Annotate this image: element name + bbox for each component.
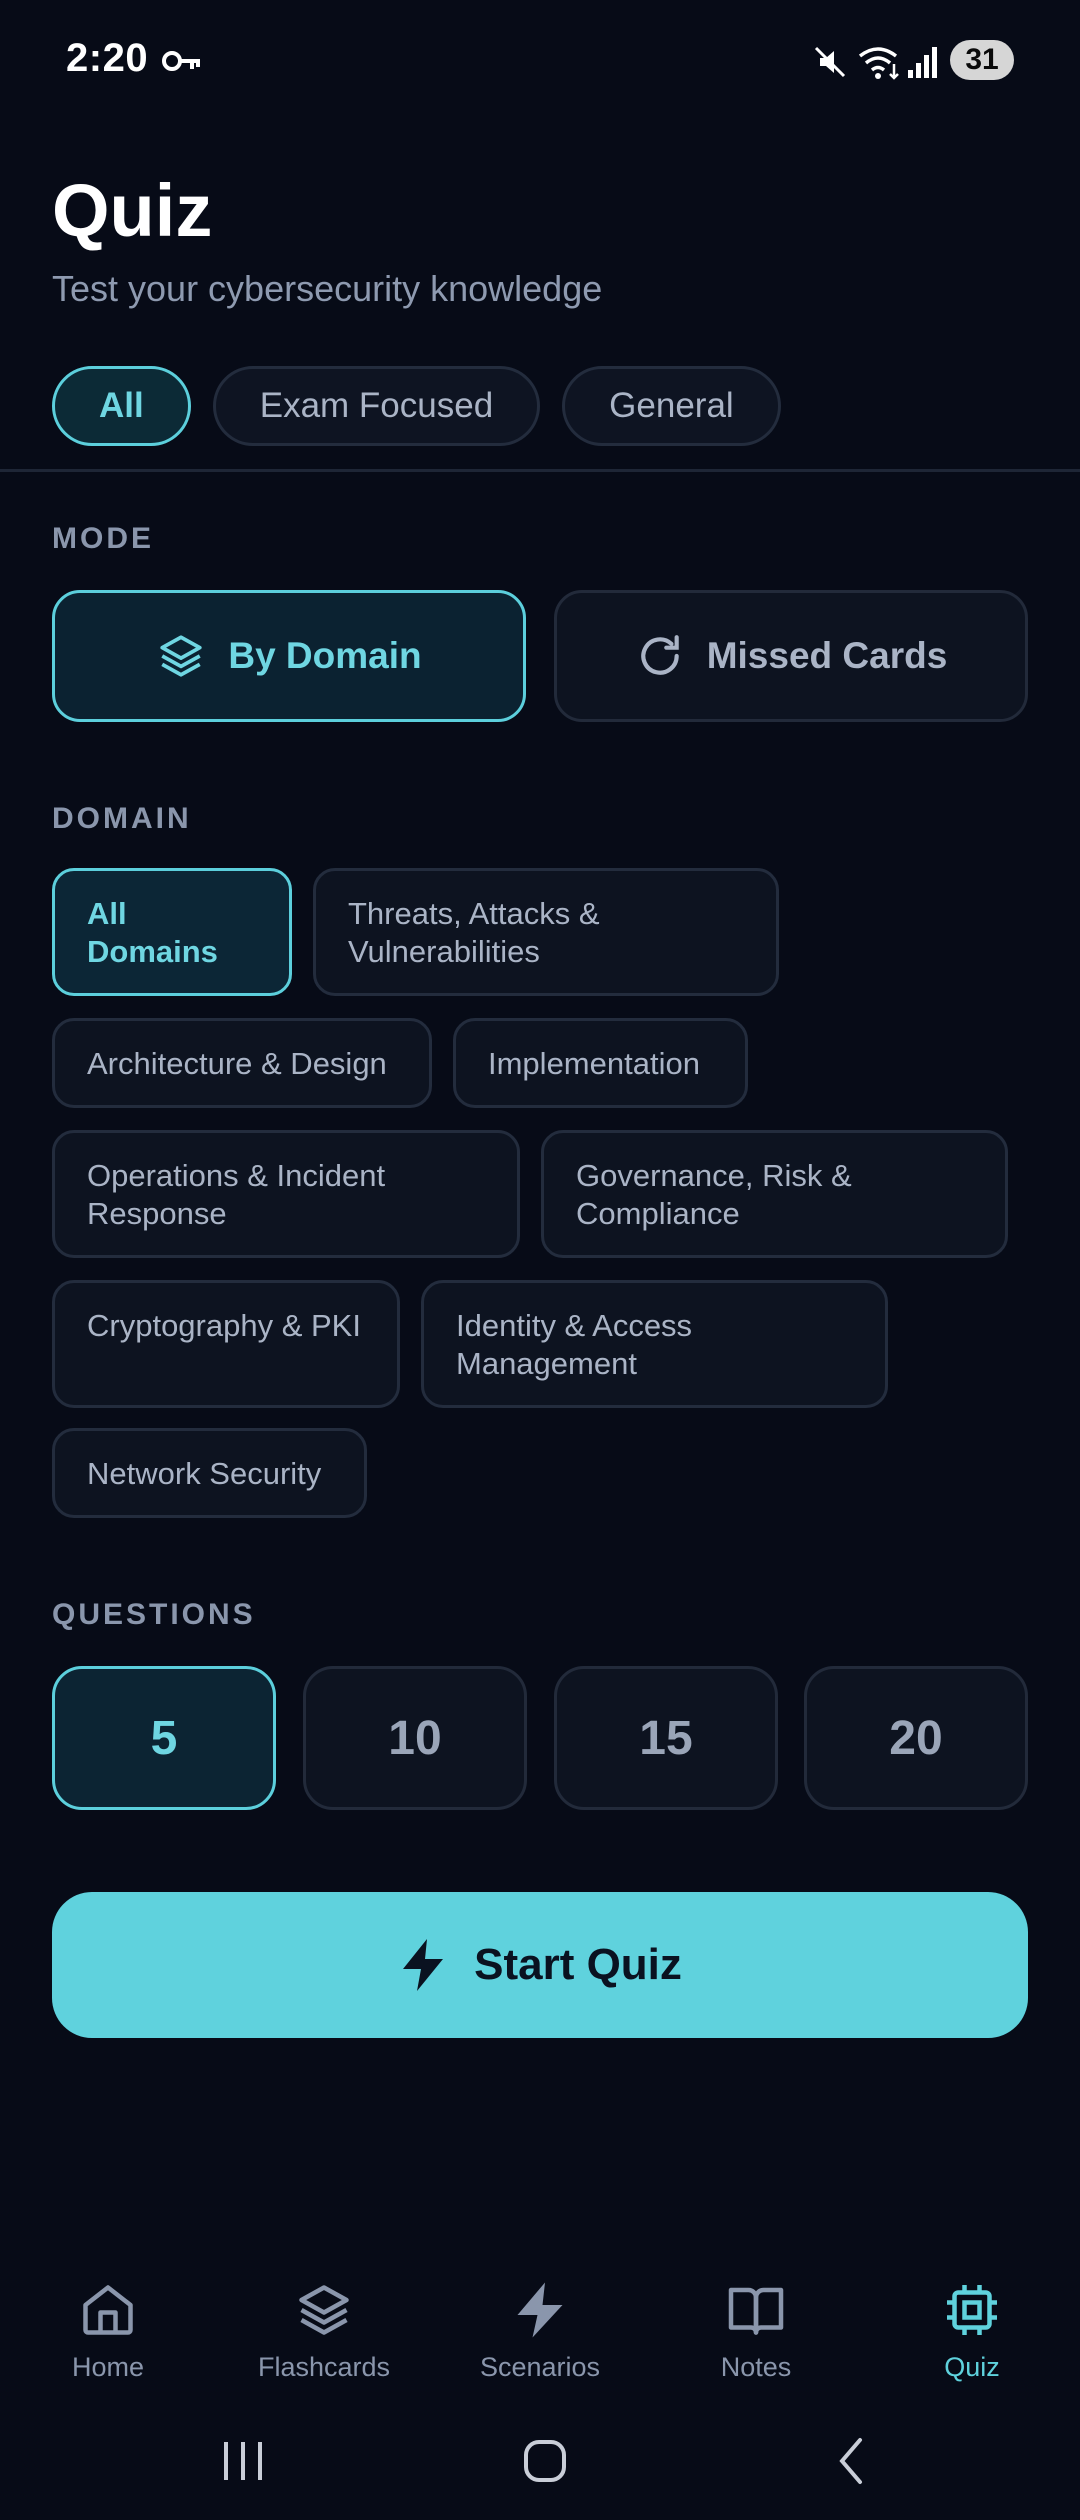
page-subtitle: Test your cybersecurity knowledge xyxy=(52,268,603,309)
divider xyxy=(0,469,1080,472)
question-count-5[interactable]: 5 xyxy=(52,1666,276,1810)
start-quiz-button[interactable]: Start Quiz xyxy=(52,1892,1028,2038)
nav-home-label: Home xyxy=(71,2352,145,2382)
domain-chip-label: All Domains xyxy=(87,896,218,969)
domain-chip-label: Implementation xyxy=(488,1046,700,1081)
domain-chip-label: Response xyxy=(87,1196,227,1231)
mode-missed-cards-label: Missed Cards xyxy=(706,635,948,676)
domain-chip-governance[interactable]: Governance, Risk & Compliance xyxy=(541,1130,1008,1258)
home-icon xyxy=(83,2285,133,2335)
start-quiz-label: Start Quiz xyxy=(474,1940,682,1989)
book-icon xyxy=(728,2287,784,2335)
nav-scenarios[interactable]: Scenarios xyxy=(440,2280,640,2400)
filter-chips: All Exam Focused General xyxy=(52,366,781,446)
mode-by-domain-button[interactable]: By Domain xyxy=(52,590,526,722)
domain-chip-cryptography[interactable]: Cryptography & PKI xyxy=(52,1280,400,1408)
domain-chip-operations[interactable]: Operations & Incident Response xyxy=(52,1130,520,1258)
domain-chip-label: Architecture & Design xyxy=(87,1046,387,1081)
domain-chip-threats[interactable]: Threats, Attacks & Vulnerabilities xyxy=(313,868,779,996)
domain-chip-label: Operations & Incident xyxy=(87,1158,386,1193)
domain-chip-all-domains[interactable]: All Domains xyxy=(52,868,292,996)
domain-chip-identity[interactable]: Identity & Access Management xyxy=(421,1280,888,1408)
domain-chip-network-security[interactable]: Network Security xyxy=(52,1428,367,1518)
question-count-20[interactable]: 20 xyxy=(804,1666,1028,1810)
nav-scenarios-label: Scenarios xyxy=(479,2352,601,2382)
questions-section-label: QUESTIONS xyxy=(52,1598,256,1631)
domain-chip-label: Management xyxy=(456,1346,637,1381)
filter-chip-exam-focused[interactable]: Exam Focused xyxy=(212,366,541,446)
lightning-icon xyxy=(517,2282,563,2338)
filter-chip-general[interactable]: General xyxy=(562,366,781,446)
status-bar: 2:20 31 xyxy=(0,0,1080,120)
lightning-icon xyxy=(403,1939,444,1991)
filter-chip-all[interactable]: All xyxy=(52,366,191,446)
mode-section-label: MODE xyxy=(52,522,154,555)
mute-icon xyxy=(814,46,846,78)
mode-by-domain-label: By Domain xyxy=(228,635,422,676)
layers-icon xyxy=(299,2285,349,2335)
layers-icon xyxy=(160,635,202,677)
domain-chip-label: Compliance xyxy=(576,1196,740,1231)
bottom-nav: Home Flashcards Scenarios Notes Quiz xyxy=(0,2270,1080,2410)
domain-chip-architecture[interactable]: Architecture & Design xyxy=(52,1018,432,1108)
domain-chip-label: Identity & Access xyxy=(456,1308,693,1343)
nav-quiz-label: Quiz xyxy=(944,2352,1000,2382)
recent-apps-icon[interactable] xyxy=(218,2430,268,2490)
back-icon[interactable] xyxy=(826,2430,876,2490)
quiz-screen: 2:20 31 Quiz Test your cybersecurity kno xyxy=(0,0,1080,2520)
key-icon xyxy=(162,51,200,71)
domain-chip-implementation[interactable]: Implementation xyxy=(453,1018,748,1108)
domain-chip-label: Threats, Attacks & xyxy=(348,896,600,931)
question-count-10[interactable]: 10 xyxy=(303,1666,527,1810)
signal-icon xyxy=(908,47,937,78)
nav-flashcards[interactable]: Flashcards xyxy=(224,2280,424,2400)
nav-quiz[interactable]: Quiz xyxy=(872,2280,1072,2400)
refresh-icon xyxy=(641,635,679,675)
domain-chip-label: Network Security xyxy=(87,1456,322,1491)
home-button-icon[interactable] xyxy=(520,2430,570,2490)
nav-home[interactable]: Home xyxy=(8,2280,208,2400)
question-count-15[interactable]: 15 xyxy=(554,1666,778,1810)
nav-flashcards-label: Flashcards xyxy=(257,2352,391,2382)
domain-section-label: DOMAIN xyxy=(52,802,192,835)
battery-indicator: 31 xyxy=(950,40,1014,80)
nav-notes-label: Notes xyxy=(720,2352,792,2382)
system-nav-bar xyxy=(0,2420,1080,2520)
page-title: Quiz xyxy=(52,169,213,252)
mode-missed-cards-button[interactable]: Missed Cards xyxy=(554,590,1028,722)
wifi-icon xyxy=(858,47,899,80)
domain-chip-label: Cryptography & PKI xyxy=(87,1308,361,1343)
domain-chip-label: Vulnerabilities xyxy=(348,934,540,969)
nav-notes[interactable]: Notes xyxy=(656,2280,856,2400)
domain-chip-label: Governance, Risk & xyxy=(576,1158,852,1193)
chip-icon xyxy=(947,2285,997,2335)
status-time: 2:20 xyxy=(66,36,149,80)
